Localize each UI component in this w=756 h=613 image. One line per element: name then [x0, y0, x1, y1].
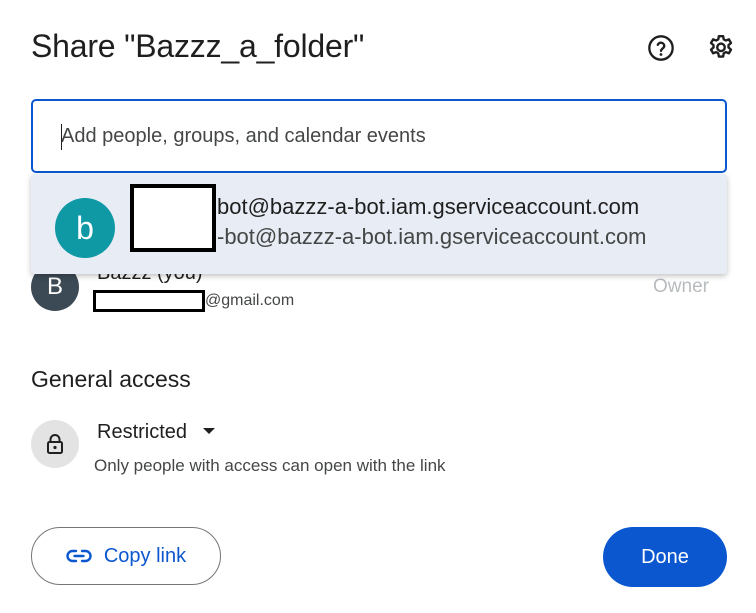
caret-down-icon: [203, 428, 216, 436]
redaction-box: [93, 290, 205, 312]
person-email-suffix: @gmail.com: [205, 292, 295, 309]
copy-link-label: Copy link: [103, 544, 187, 567]
copy-link-button[interactable]: Copy link: [31, 527, 221, 585]
general-access-description: Only people with access can open with th…: [94, 456, 446, 475]
suggestion-dropdown[interactable]: b bot@bazzz-a-bot.iam.gserviceaccount.co…: [31, 174, 727, 274]
link-icon: [66, 549, 92, 563]
help-circle-icon: [648, 35, 674, 61]
add-people-input[interactable]: [61, 101, 701, 171]
dialog-title: Share "Bazzz_a_folder": [31, 28, 365, 64]
person-role: Owner: [653, 276, 709, 297]
general-access-heading: General access: [31, 366, 191, 392]
redaction-box: [130, 184, 216, 252]
person-email: @gmail.com: [93, 289, 294, 313]
general-access-value: Restricted: [97, 420, 188, 443]
access-icon-circle: [31, 420, 79, 468]
gear-icon: [709, 34, 733, 58]
add-people-search-box[interactable]: [31, 99, 727, 173]
lock-icon: [47, 434, 63, 454]
help-button[interactable]: [641, 28, 681, 68]
text-cursor: [61, 124, 62, 150]
suggestion-email-primary: bot@bazzz-a-bot.iam.gserviceaccount.com: [217, 194, 640, 219]
suggestion-avatar: b: [55, 198, 115, 258]
settings-button[interactable]: [701, 28, 741, 68]
done-button[interactable]: Done: [603, 527, 727, 587]
suggestion-email-secondary: -bot@bazzz-a-bot.iam.gserviceaccount.com: [217, 224, 647, 249]
general-access-dropdown[interactable]: Restricted: [89, 414, 223, 450]
